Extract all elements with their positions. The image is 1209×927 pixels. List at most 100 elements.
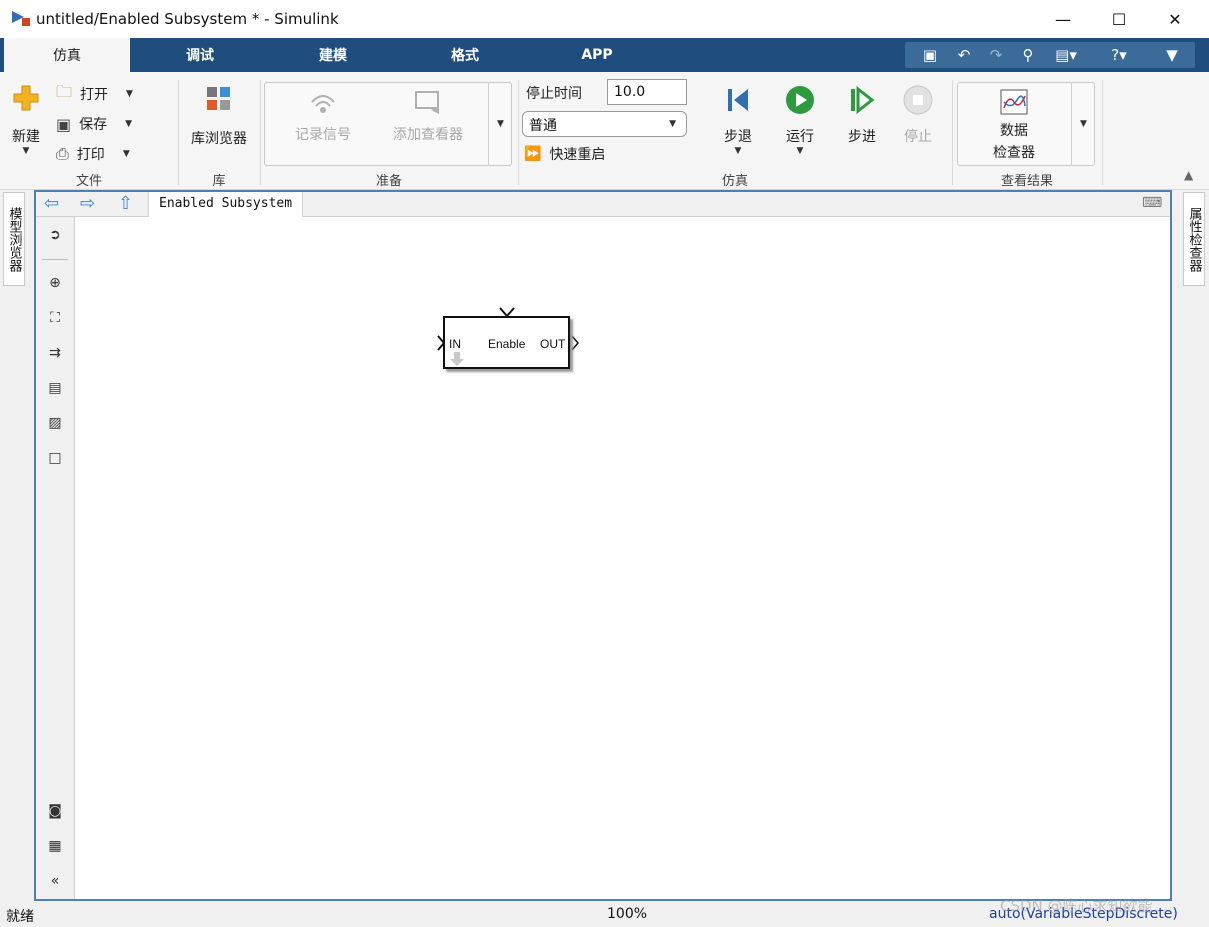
data-inspector-label-2: 检查器: [993, 145, 1035, 161]
step-forward-button[interactable]: 步进: [840, 84, 884, 146]
add-viewer-icon: [415, 91, 439, 114]
stop-time-label: 停止时间: [526, 86, 582, 102]
keyboard-icon[interactable]: ⌨: [1142, 195, 1162, 211]
data-inspector-button[interactable]: 数据 检查器: [976, 88, 1052, 162]
open-label: 打开: [80, 87, 109, 103]
results-gallery-expand-icon[interactable]: ▼: [1071, 82, 1095, 166]
collapse-palette-icon[interactable]: «: [45, 871, 65, 891]
forward-arrow-icon[interactable]: ⇨: [80, 193, 95, 214]
simulation-mode-select[interactable]: 普通 ▼: [522, 111, 687, 137]
tab-apps[interactable]: APP: [547, 38, 647, 72]
report-icon[interactable]: ▦: [45, 836, 65, 856]
save-disk-icon: ▣: [56, 114, 72, 134]
new-label: 新建: [12, 129, 40, 145]
new-button[interactable]: 新建 ▼: [6, 82, 46, 162]
chevron-down-icon: ▼: [669, 119, 676, 129]
zoom-icon[interactable]: ⊕: [45, 273, 65, 293]
log-signals-button[interactable]: 记录信号: [285, 88, 361, 144]
save-label: 保存: [79, 117, 108, 133]
section-prepare-label: 准备: [375, 174, 402, 189]
close-button[interactable]: ✕: [1152, 0, 1198, 38]
minimize-button[interactable]: —: [1040, 0, 1086, 38]
search-icon[interactable]: ⚲: [1017, 45, 1039, 65]
step-back-dropdown-icon[interactable]: ▼: [716, 146, 760, 156]
property-inspector-tab[interactable]: 属性检查器: [1183, 192, 1205, 286]
run-button[interactable]: 运行 ▼: [778, 84, 822, 156]
save-icon[interactable]: ▣: [919, 45, 941, 65]
step-forward-label: 步进: [848, 129, 876, 145]
simulation-mode-value: 普通: [529, 118, 557, 134]
ribbon-panel: 新建 ▼ 🗀 打开 ▼ ▣ 保存 ▼ ⎙ 打印 ▼ 文件 库浏览器 库 记录信号…: [0, 72, 1209, 190]
status-bar: 就绪 100% auto(VariableStepDiscrete) CSDN …: [0, 897, 1209, 927]
screenshot-icon[interactable]: ◙: [45, 801, 65, 821]
tab-simulation[interactable]: 仿真: [4, 38, 130, 72]
print-button[interactable]: ⎙ 打印 ▼: [56, 142, 130, 166]
step-forward-icon: [851, 85, 875, 115]
prepare-gallery-expand-icon[interactable]: ▼: [488, 82, 512, 166]
zoom-level: 100%: [607, 906, 648, 922]
stop-button[interactable]: 停止: [896, 84, 940, 146]
quick-access-toolbar: ▣ ↶ ↷ ⚲ ▤▾ ?▾ ▼: [905, 42, 1195, 68]
run-dropdown-icon[interactable]: ▼: [778, 146, 822, 156]
divider: [42, 259, 68, 260]
new-plus-icon: [13, 85, 39, 111]
title-bar: untitled/Enabled Subsystem * - Simulink …: [0, 0, 1209, 38]
run-icon: [786, 86, 814, 114]
area-icon[interactable]: □: [45, 448, 65, 468]
section-file-label: 文件: [75, 174, 102, 189]
maximize-button[interactable]: ☐: [1096, 0, 1142, 38]
collapse-icon[interactable]: ▼: [1161, 45, 1183, 65]
back-arrow-icon[interactable]: ⇦: [44, 193, 59, 214]
fast-restart-toggle[interactable]: ⏩ 快速重启: [524, 144, 605, 164]
print-dropdown-icon[interactable]: ▼: [123, 149, 130, 159]
help-icon[interactable]: ?▾: [1101, 45, 1137, 65]
tab-modeling[interactable]: 建模: [283, 38, 383, 72]
tab-format[interactable]: 格式: [415, 38, 515, 72]
simulink-window: untitled/Enabled Subsystem * - Simulink …: [0, 0, 1209, 927]
data-inspector-label-1: 数据: [1000, 123, 1028, 139]
step-back-label: 步退: [724, 129, 752, 145]
library-browser-button[interactable]: 库浏览器: [184, 84, 254, 148]
stop-label: 停止: [904, 129, 932, 145]
open-button[interactable]: 🗀 打开 ▼: [56, 82, 133, 106]
model-canvas[interactable]: [76, 217, 1170, 899]
hide-show-icon[interactable]: ➲: [45, 225, 65, 245]
folder-icon: 🗀: [56, 81, 73, 101]
collapse-ribbon-icon[interactable]: ▲: [1184, 168, 1193, 182]
model-browser-tab[interactable]: 模型浏览器: [3, 192, 25, 286]
data-inspector-icon: [1000, 89, 1028, 115]
new-dropdown-icon: ▼: [22, 146, 30, 156]
printer-icon: ⎙: [56, 144, 69, 163]
ribbon-tab-bar: 仿真 调试 建模 格式 APP ▣ ↶ ↷ ⚲ ▤▾ ?▾ ▼: [0, 38, 1209, 72]
undo-icon[interactable]: ↶: [953, 45, 975, 65]
simulink-logo-icon: [12, 11, 30, 26]
save-button[interactable]: ▣ 保存 ▼: [56, 112, 132, 136]
stop-icon: [903, 85, 933, 115]
customize-icon[interactable]: ▤▾: [1049, 45, 1083, 65]
in-port-label: IN: [449, 337, 461, 351]
up-arrow-icon[interactable]: ⇧: [118, 193, 133, 214]
fast-restart-icon: ⏩: [524, 146, 542, 162]
fit-to-view-icon[interactable]: ⛶: [45, 308, 65, 328]
enabled-subsystem-block[interactable]: IN Enable OUT: [443, 316, 570, 369]
tab-debug[interactable]: 调试: [150, 38, 250, 72]
status-state: 就绪: [6, 909, 34, 925]
stop-time-input[interactable]: 10.0: [607, 79, 687, 105]
log-signals-icon: [311, 95, 335, 113]
redo-icon[interactable]: ↷: [985, 45, 1007, 65]
block-title: Enable: [488, 337, 526, 351]
step-back-button[interactable]: 步退 ▼: [716, 84, 760, 156]
add-viewer-button[interactable]: 添加查看器: [385, 88, 471, 144]
add-viewer-label: 添加查看器: [393, 127, 463, 143]
breadcrumb[interactable]: Enabled Subsystem: [148, 192, 304, 217]
route-lines-icon[interactable]: ⇉: [45, 343, 65, 363]
open-dropdown-icon[interactable]: ▼: [126, 89, 133, 99]
watermark: CSDN @陈心求知欲能: [1000, 897, 1153, 915]
tool-palette: ➲ ⊕ ⛶ ⇉ ▤ ▨ □ ◙ ▦ «: [36, 217, 75, 899]
window-title: untitled/Enabled Subsystem * - Simulink: [36, 10, 339, 28]
run-label: 运行: [786, 129, 814, 145]
down-arrow-icon: [450, 352, 464, 366]
image-icon[interactable]: ▨: [45, 413, 65, 433]
annotation-icon[interactable]: ▤: [45, 378, 65, 398]
save-dropdown-icon[interactable]: ▼: [125, 119, 132, 129]
